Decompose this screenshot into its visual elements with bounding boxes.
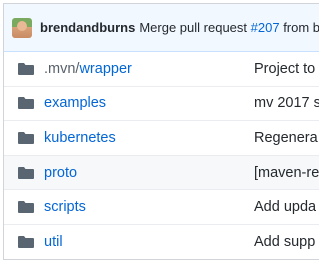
folder-name[interactable]: kubernetes: [44, 130, 254, 146]
folder-icon: [18, 236, 34, 249]
folder-icon: [18, 131, 34, 144]
avatar[interactable]: [12, 17, 32, 38]
file-row: examples mv 2017 s: [4, 87, 319, 122]
folder-icon: [18, 201, 34, 214]
file-list: .mvn/wrapper Project to examples mv 2017…: [4, 52, 319, 259]
file-row: util Add supp: [4, 225, 319, 259]
commit-author[interactable]: brendandburns: [40, 20, 135, 35]
folder-name[interactable]: scripts: [44, 199, 254, 215]
file-row: proto [maven-re: [4, 155, 319, 191]
commit-message-cell[interactable]: Project to: [254, 61, 315, 77]
path-prefix[interactable]: .mvn/: [44, 61, 79, 77]
pull-request-link[interactable]: #207: [251, 20, 280, 35]
commit-message-cell[interactable]: [maven-re: [254, 165, 319, 181]
file-browser: brendandburns Merge pull request #207 fr…: [3, 3, 319, 260]
file-row: kubernetes Regenera: [4, 121, 319, 156]
folder-name[interactable]: examples: [44, 95, 254, 111]
folder-name[interactable]: wrapper: [79, 61, 131, 77]
commit-message-cell[interactable]: mv 2017 s: [254, 95, 319, 111]
file-name-link[interactable]: .mvn/wrapper: [44, 61, 254, 77]
commit-message-cell[interactable]: Add upda: [254, 199, 316, 215]
folder-name[interactable]: util: [44, 234, 254, 250]
commit-message-cell[interactable]: Regenera: [254, 130, 318, 146]
folder-icon: [18, 97, 34, 110]
commit-message-cell[interactable]: Add supp: [254, 234, 315, 250]
folder-name[interactable]: proto: [44, 165, 254, 181]
latest-commit-bar: brendandburns Merge pull request #207 fr…: [4, 4, 319, 52]
file-row: .mvn/wrapper Project to: [4, 52, 319, 87]
commit-message-suffix[interactable]: from b: [283, 20, 319, 35]
folder-icon: [18, 166, 34, 179]
commit-message[interactable]: Merge pull request: [139, 20, 247, 35]
file-row: scripts Add upda: [4, 190, 319, 225]
folder-icon: [18, 62, 34, 75]
